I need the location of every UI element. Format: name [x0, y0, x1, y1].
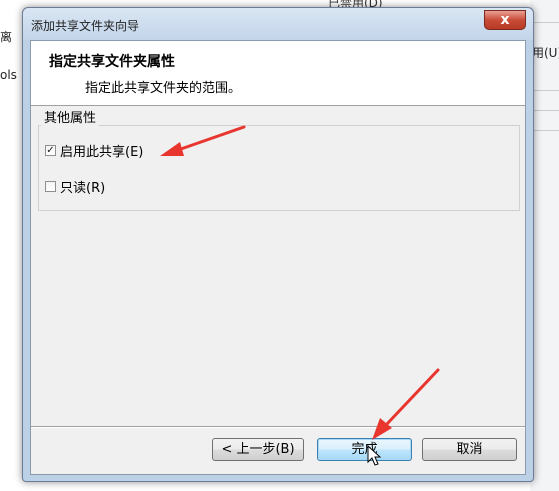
cancel-button[interactable]: 取消 [422, 438, 517, 461]
checkbox-checked-icon[interactable]: ✓ [45, 145, 56, 156]
checkbox-label: 只读(R) [60, 181, 106, 196]
enable-share-checkbox[interactable]: ✓ 启用此共享(E) [45, 141, 143, 160]
finish-button[interactable]: 完成 [317, 438, 412, 461]
back-button[interactable]: < 上一步(B) [212, 438, 304, 461]
background-window-right: 用(U) [530, 0, 559, 491]
background-text: ols [0, 68, 17, 82]
page-subtitle: 指定此共享文件夹的范围。 [85, 81, 242, 96]
background-text: 用(U) [532, 46, 559, 60]
checkbox-label: 启用此共享(E) [60, 145, 144, 160]
close-icon: x [500, 12, 510, 28]
other-properties-group [38, 125, 520, 211]
close-button[interactable]: x [484, 10, 526, 30]
group-label: 其他属性 [41, 107, 100, 126]
background-window-left: 离 ols [0, 0, 24, 491]
add-shared-folder-wizard: 添加共享文件夹向导 x 指定共享文件夹属性 指定此共享文件夹的范围。 其他属性 … [22, 7, 534, 482]
wizard-header: 指定共享文件夹属性 指定此共享文件夹的范围。 [31, 41, 525, 106]
background-text: 离 [0, 30, 13, 44]
divider [31, 427, 525, 428]
checkbox-unchecked-icon[interactable] [45, 181, 56, 192]
page-title: 指定共享文件夹属性 [49, 54, 175, 70]
wizard-body: 指定共享文件夹属性 指定此共享文件夹的范围。 其他属性 ✓ 启用此共享(E) 只… [30, 40, 526, 475]
title-bar: 添加共享文件夹向导 x [23, 8, 533, 40]
read-only-checkbox[interactable]: 只读(R) [45, 177, 105, 196]
window-title: 添加共享文件夹向导 [31, 19, 140, 33]
